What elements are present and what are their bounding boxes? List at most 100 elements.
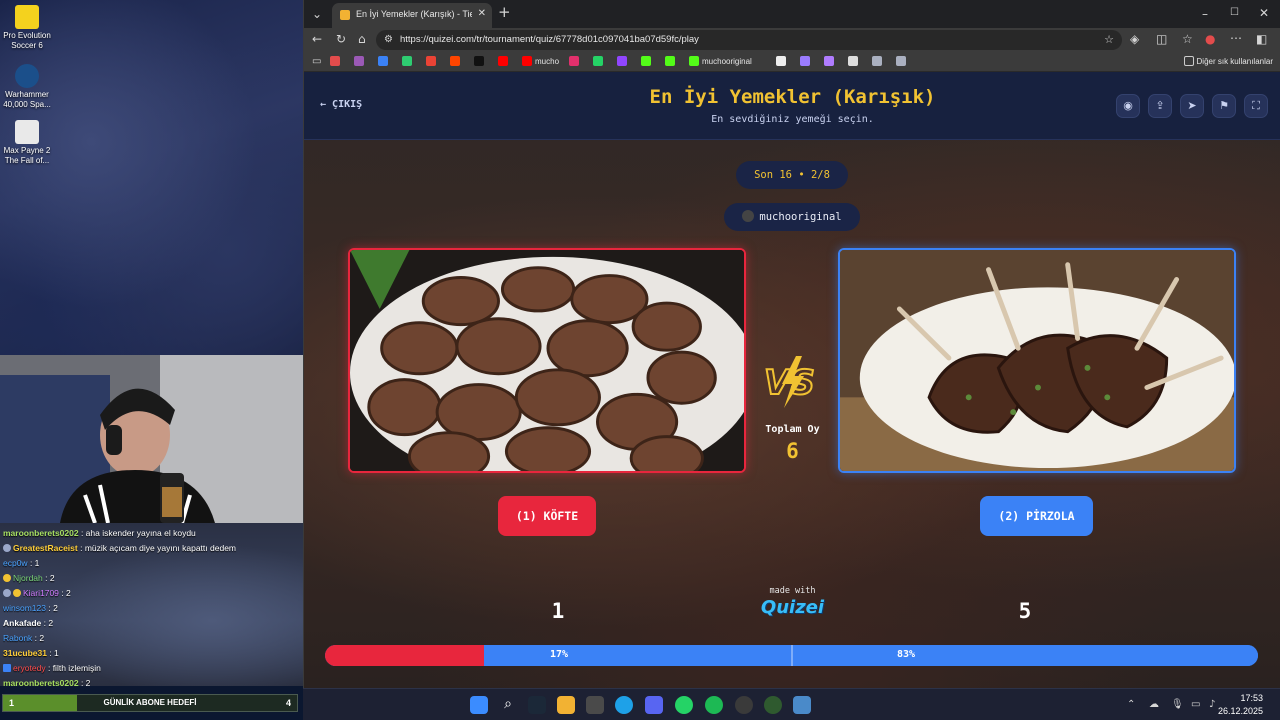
address-input[interactable]: ⚙ https://quizei.com/tr/tournament/quiz/… xyxy=(376,30,1122,50)
bookmark-item[interactable] xyxy=(593,56,606,68)
desktop-shortcut-warhammer[interactable]: Warhammer 40,000 Spa... xyxy=(2,64,52,110)
extensions-icon[interactable]: ◈ xyxy=(1130,33,1139,45)
flag-icon: ⚑ xyxy=(1219,99,1229,112)
url-text: https://quizei.com/tr/tournament/quiz/67… xyxy=(400,34,699,45)
bookmark-item[interactable] xyxy=(848,56,861,68)
site-info-icon[interactable]: ⚙ xyxy=(384,34,393,46)
choice-card-right[interactable] xyxy=(838,248,1236,473)
copilot-icon[interactable]: ◧ xyxy=(1256,33,1267,45)
bookmark-item[interactable] xyxy=(426,56,439,68)
bookmark-item[interactable] xyxy=(569,56,582,68)
minimize-icon[interactable]: – xyxy=(1202,8,1208,20)
search-icon[interactable]: ⌕ xyxy=(499,696,517,714)
bookmark-item[interactable] xyxy=(665,56,678,68)
bookmark-item[interactable] xyxy=(450,56,463,68)
choose-kofte-button[interactable]: (1) KÖFTE xyxy=(498,496,596,536)
bookmark-item[interactable]: muchooriginal xyxy=(689,56,752,68)
spotify-icon[interactable] xyxy=(705,696,723,714)
share-button[interactable]: ⇪ xyxy=(1148,94,1172,118)
other-bookmarks-folder[interactable]: Diğer sık kullanılanlar xyxy=(1183,56,1273,68)
total-votes-value: 6 xyxy=(786,439,799,463)
kofte-image xyxy=(350,250,744,471)
reload-icon[interactable]: ↻ xyxy=(336,33,346,45)
report-button[interactable]: ⚑ xyxy=(1212,94,1236,118)
clock-time[interactable]: 17:53 xyxy=(1240,693,1263,703)
more-menu-icon[interactable]: ⋯ xyxy=(1230,32,1242,44)
close-tab-icon[interactable]: ✕ xyxy=(478,8,486,19)
chat-message: eryotedy : filth izlemişin xyxy=(3,663,101,673)
bookmark-item[interactable] xyxy=(378,56,391,68)
quizei-favicon-icon xyxy=(340,10,350,20)
xbox-icon[interactable] xyxy=(764,696,782,714)
webcam-feed xyxy=(0,355,303,523)
chat-username: Ankafade xyxy=(3,618,42,628)
fullscreen-button[interactable]: ⛶ xyxy=(1244,94,1268,118)
chat-text: : 2 xyxy=(58,588,71,598)
quizei-logo[interactable]: Quizei xyxy=(744,597,841,618)
bookmark-item[interactable] xyxy=(872,56,885,68)
chat-username: eryotedy xyxy=(13,663,46,673)
edge-icon[interactable] xyxy=(615,696,633,714)
badge-icon xyxy=(3,544,11,552)
bookmark-item[interactable] xyxy=(776,56,789,68)
bookmark-item[interactable] xyxy=(641,56,654,68)
bookmark-item[interactable] xyxy=(354,56,367,68)
bookmark-item[interactable] xyxy=(824,56,837,68)
sidebar-toggle-icon[interactable]: ▭ xyxy=(312,56,321,68)
split-screen-icon[interactable]: ◫ xyxy=(1156,33,1167,45)
desktop-shortcut-maxpayne[interactable]: Max Payne 2 The Fall of... xyxy=(2,120,52,166)
profile-icon[interactable]: ● xyxy=(1205,33,1215,45)
bookmark-item[interactable] xyxy=(617,56,630,68)
desktop-wallpaper: Pro Evolution Soccer 6 Warhammer 40,000 … xyxy=(0,0,303,355)
tab-list-icon[interactable]: ⌄ xyxy=(312,8,322,20)
maximize-icon[interactable]: ☐ xyxy=(1230,7,1239,19)
bookmark-favicon-icon xyxy=(569,56,579,66)
tab-active[interactable]: En İyi Yemekler (Karışık) - Tier List, Ş… xyxy=(332,3,492,28)
favorites-icon[interactable]: ☆ xyxy=(1182,33,1193,45)
close-window-icon[interactable]: ✕ xyxy=(1259,7,1269,19)
new-tab-icon[interactable]: + xyxy=(498,5,511,20)
discord-icon[interactable] xyxy=(645,696,663,714)
choose-pirzola-button[interactable]: (2) PİRZOLA xyxy=(980,496,1093,536)
pes-icon xyxy=(15,5,39,29)
file-explorer-icon[interactable] xyxy=(557,696,575,714)
creator-badge[interactable]: muchooriginal xyxy=(724,203,860,231)
desktop-shortcut-pes[interactable]: Pro Evolution Soccer 6 xyxy=(2,5,52,51)
goal-target: 4 xyxy=(285,698,291,708)
bookmark-label: muchooriginal xyxy=(702,57,752,66)
quiz-header: ← ÇIKIŞ En İyi Yemekler (Karışık) En sev… xyxy=(304,72,1280,140)
home-icon[interactable]: ⌂ xyxy=(358,33,366,45)
obs-icon[interactable] xyxy=(735,696,753,714)
avatar xyxy=(742,210,755,222)
clock-date[interactable]: 26.12.2025 xyxy=(1218,706,1263,716)
tray-expand-icon[interactable]: ⌃ xyxy=(1127,699,1135,711)
back-icon[interactable]: ← xyxy=(312,33,322,45)
badge-icon xyxy=(3,589,11,597)
volume-icon[interactable]: ♪ xyxy=(1209,699,1215,711)
chat-message: winsom123 : 2 xyxy=(3,603,58,613)
bookmark-favicon-icon xyxy=(593,56,603,66)
bookmark-item[interactable]: mucho xyxy=(522,56,559,68)
network-icon[interactable]: ▭ xyxy=(1191,699,1200,711)
whatsapp-icon[interactable] xyxy=(675,696,693,714)
steam-icon[interactable] xyxy=(528,696,546,714)
made-with-label: made with xyxy=(769,586,816,596)
choice-card-left[interactable] xyxy=(348,248,746,473)
start-icon[interactable] xyxy=(470,696,488,714)
bookmark-favicon-icon xyxy=(689,56,699,66)
tray-app-icon[interactable]: ☁ xyxy=(1149,699,1159,711)
view-button[interactable]: ◉ xyxy=(1116,94,1140,118)
bookmark-item[interactable] xyxy=(330,56,343,68)
bookmark-favicon-icon xyxy=(665,56,675,66)
store-icon[interactable] xyxy=(586,696,604,714)
bookmark-favicon-icon xyxy=(617,56,627,66)
send-button[interactable]: ➤ xyxy=(1180,94,1204,118)
bookmark-item[interactable] xyxy=(896,56,909,68)
app-icon[interactable] xyxy=(793,696,811,714)
bookmark-item[interactable] xyxy=(402,56,415,68)
bookmark-item[interactable] xyxy=(800,56,813,68)
bookmark-item[interactable] xyxy=(498,56,511,68)
bookmark-item[interactable] xyxy=(474,56,487,68)
favorite-star-icon[interactable]: ☆ xyxy=(1104,34,1114,46)
mic-icon[interactable]: 🎙 xyxy=(1171,699,1184,711)
